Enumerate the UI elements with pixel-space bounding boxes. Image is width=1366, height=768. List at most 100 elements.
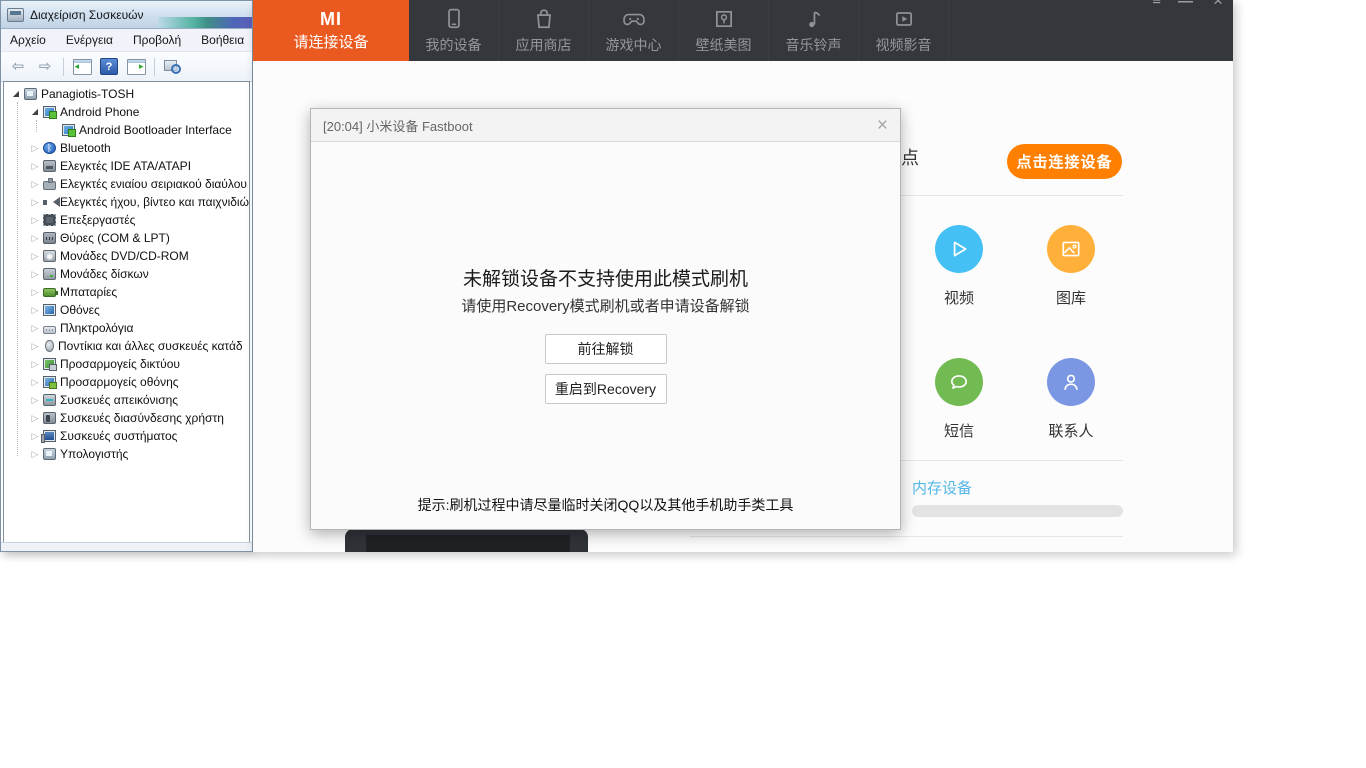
back-arrow-icon: ⇦ bbox=[11, 58, 25, 75]
music-note-icon bbox=[808, 11, 820, 28]
menu-action[interactable]: Ενέργεια bbox=[66, 33, 113, 47]
scan-hardware-changes-button[interactable] bbox=[161, 56, 185, 78]
mi-header: MI 请连接设备 我的设备 应用商店 游戏中心 壁纸美图 音乐铃声 视频影音 ≡… bbox=[253, 0, 1233, 61]
tree-item[interactable]: Ελεγκτές ήχου, βίντεο και παιχνιδιώ bbox=[4, 193, 249, 211]
shortcut-sms[interactable]: 短信 bbox=[909, 358, 1009, 441]
tree-expander[interactable] bbox=[27, 216, 43, 225]
tree-item[interactable]: Μονάδες DVD/CD-ROM bbox=[4, 247, 249, 265]
device-manager-menubar: Αρχείο Ενέργεια Προβολή Βοήθεια bbox=[1, 29, 252, 52]
dvd-icon bbox=[43, 250, 56, 262]
window-menu-icon[interactable] bbox=[1152, 0, 1161, 8]
reboot-to-recovery-button[interactable]: 重启到Recovery bbox=[544, 374, 667, 404]
mouse-icon bbox=[45, 340, 54, 352]
tree-expander[interactable] bbox=[27, 360, 43, 369]
menu-view[interactable]: Προβολή bbox=[133, 33, 181, 47]
menu-help[interactable]: Βοήθεια bbox=[201, 33, 244, 47]
back-button[interactable]: ⇦ bbox=[6, 56, 30, 78]
storage-section-label: 内存设备 bbox=[912, 480, 973, 497]
tree-item[interactable]: Επεξεργαστές bbox=[4, 211, 249, 229]
tree-item[interactable]: Οθόνες bbox=[4, 301, 249, 319]
forward-button[interactable]: ⇨ bbox=[33, 56, 57, 78]
action-pane-button[interactable] bbox=[124, 56, 148, 78]
shortcut-gallery[interactable]: 图库 bbox=[1021, 225, 1121, 308]
tree-expander[interactable] bbox=[27, 378, 43, 387]
go-unlock-button[interactable]: 前往解锁 bbox=[544, 334, 667, 364]
tree-item[interactable]: Θύρες (COM & LPT) bbox=[4, 229, 249, 247]
tree-item[interactable]: Ποντίκια και άλλες συσκευές κατάδ bbox=[4, 337, 249, 355]
tree-expander[interactable] bbox=[27, 450, 43, 459]
hid-icon bbox=[43, 412, 56, 424]
nav-item-music[interactable]: 音乐铃声 bbox=[769, 0, 859, 61]
imaging-icon bbox=[43, 394, 56, 406]
forward-arrow-icon: ⇨ bbox=[38, 58, 52, 75]
tree-expander[interactable] bbox=[27, 414, 43, 423]
tree-expander[interactable] bbox=[27, 180, 43, 189]
shortcut-contacts[interactable]: 联系人 bbox=[1021, 358, 1121, 441]
shortcut-label: 联系人 bbox=[1048, 423, 1094, 440]
tree-item[interactable]: Ελεγκτές IDE ATA/ATAPI bbox=[4, 157, 249, 175]
sms-circle[interactable] bbox=[935, 358, 983, 406]
tree-expander[interactable] bbox=[27, 162, 43, 171]
tree-item[interactable]: Συσκευές απεικόνισης bbox=[4, 391, 249, 409]
tree-item[interactable]: Android Phone bbox=[4, 103, 249, 121]
device-manager-toolbar: ⇦ ⇨ ? bbox=[1, 52, 252, 82]
help-button[interactable]: ? bbox=[97, 56, 121, 78]
show-console-tree-button[interactable] bbox=[70, 56, 94, 78]
nav-item-video[interactable]: 视频影音 bbox=[859, 0, 949, 61]
tree-expander[interactable] bbox=[27, 396, 43, 405]
tree-expander[interactable] bbox=[27, 108, 43, 116]
device-manager-statusbar bbox=[1, 542, 252, 551]
message-icon bbox=[951, 375, 967, 389]
tree-expander[interactable] bbox=[27, 306, 43, 315]
tree-item[interactable]: Μπαταρίες bbox=[4, 283, 249, 301]
device-manager-app-icon bbox=[7, 7, 24, 22]
video-circle[interactable] bbox=[935, 225, 983, 273]
nav-item-wallpaper[interactable]: 壁纸美图 bbox=[679, 0, 769, 61]
android-device-icon bbox=[62, 124, 76, 137]
tree-expander[interactable] bbox=[27, 144, 43, 153]
connect-device-button[interactable]: 点击连接设备 bbox=[1007, 144, 1122, 179]
tab-connect-device[interactable]: MI 请连接设备 bbox=[253, 0, 409, 61]
fastboot-dialog: [20:04] 小米设备 Fastboot × 未解锁设备不支持使用此模式刷机 … bbox=[310, 108, 901, 530]
tree-item[interactable]: Συσκευές διασύνδεσης χρήστη bbox=[4, 409, 249, 427]
nav-item-app-store[interactable]: 应用商店 bbox=[499, 0, 589, 61]
video-icon bbox=[895, 12, 912, 26]
shop-bag-icon bbox=[536, 9, 551, 29]
scan-hardware-icon bbox=[164, 59, 182, 74]
keyboard-icon bbox=[43, 325, 56, 334]
tree-expander[interactable] bbox=[8, 90, 24, 98]
tree-item[interactable]: Πληκτρολόγια bbox=[4, 319, 249, 337]
device-manager-titlebar[interactable]: Διαχείριση Συσκευών bbox=[1, 1, 252, 29]
nav-item-game-center[interactable]: 游戏中心 bbox=[589, 0, 679, 61]
dialog-close-icon[interactable]: × bbox=[877, 116, 888, 135]
tree-expander[interactable] bbox=[27, 342, 43, 351]
tree-item[interactable]: Προσαρμογείς δικτύου bbox=[4, 355, 249, 373]
phone-icon bbox=[447, 8, 460, 29]
phone-illustration-screen bbox=[366, 535, 570, 552]
tree-expander[interactable] bbox=[27, 252, 43, 261]
contacts-circle[interactable] bbox=[1047, 358, 1095, 406]
tree-expander[interactable] bbox=[27, 288, 43, 297]
tree-item[interactable]: Ελεγκτές ενιαίου σειριακού διαύλου bbox=[4, 175, 249, 193]
wallpaper-icon bbox=[715, 10, 732, 28]
tree-expander[interactable] bbox=[27, 234, 43, 243]
tree-item[interactable]: Bluetooth bbox=[4, 139, 249, 157]
minimize-icon[interactable] bbox=[1178, 0, 1193, 9]
tree-item[interactable]: Μονάδες δίσκων bbox=[4, 265, 249, 283]
close-icon[interactable] bbox=[1213, 0, 1223, 9]
menu-file[interactable]: Αρχείο bbox=[10, 33, 46, 47]
nav-item-my-device[interactable]: 我的设备 bbox=[409, 0, 499, 61]
tree-item[interactable]: Υπολογιστής bbox=[4, 445, 249, 463]
shortcut-video[interactable]: 视频 bbox=[909, 225, 1009, 308]
tree-item[interactable]: Panagiotis-TOSH bbox=[4, 85, 249, 103]
toolbar-separator bbox=[154, 57, 155, 76]
nav-label: 视频影音 bbox=[875, 37, 932, 53]
tree-expander[interactable] bbox=[27, 324, 43, 333]
tree-item[interactable]: Συσκευές συστήματος bbox=[4, 427, 249, 445]
tree-item[interactable]: Προσαρμογείς οθόνης bbox=[4, 373, 249, 391]
tree-expander[interactable] bbox=[27, 270, 43, 279]
gallery-circle[interactable] bbox=[1047, 225, 1095, 273]
shortcut-label: 视频 bbox=[943, 290, 974, 307]
tree-item[interactable]: Android Bootloader Interface bbox=[4, 121, 249, 139]
tree-expander[interactable] bbox=[27, 198, 43, 207]
